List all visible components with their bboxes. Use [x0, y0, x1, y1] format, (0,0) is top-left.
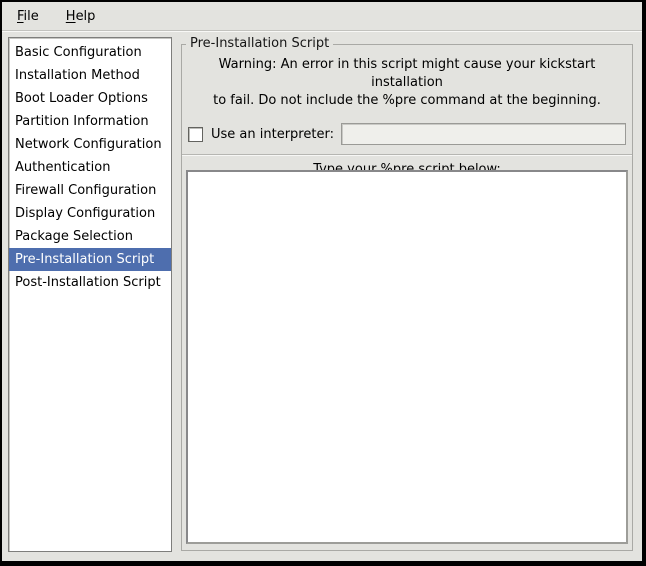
menu-help-rest: elp [76, 9, 96, 24]
menubar: File Help [2, 2, 642, 30]
sidebar-item-pre-installation-script[interactable]: Pre-Installation Script [9, 248, 171, 271]
warning-text: Warning: An error in this script might c… [182, 56, 632, 110]
menu-help[interactable]: Help [62, 7, 100, 26]
interpreter-row: Use an interpreter: [188, 123, 626, 145]
sidebar-item-package-selection[interactable]: Package Selection [9, 225, 171, 248]
sidebar-item-installation-method[interactable]: Installation Method [9, 64, 171, 87]
horizontal-separator [182, 154, 632, 156]
use-interpreter-checkbox[interactable] [188, 127, 203, 142]
panel-title: Pre-Installation Script [186, 36, 333, 51]
pre-installation-script-panel: Pre-Installation Script Warning: An erro… [181, 44, 633, 551]
menubar-separator [2, 30, 642, 32]
section-list: Basic Configuration Installation Method … [8, 37, 172, 552]
warning-line-2: to fail. Do not include the %pre command… [182, 92, 632, 110]
pre-script-textarea[interactable] [186, 170, 628, 544]
sidebar-item-post-installation-script[interactable]: Post-Installation Script [9, 271, 171, 294]
sidebar-item-authentication[interactable]: Authentication [9, 156, 171, 179]
menu-file-rest: ile [24, 9, 39, 24]
sidebar-item-network-configuration[interactable]: Network Configuration [9, 133, 171, 156]
warning-line-1: Warning: An error in this script might c… [182, 56, 632, 92]
sidebar-item-firewall-configuration[interactable]: Firewall Configuration [9, 179, 171, 202]
sidebar-item-display-configuration[interactable]: Display Configuration [9, 202, 171, 225]
interpreter-input[interactable] [341, 123, 626, 145]
app-window: File Help Basic Configuration Installati… [2, 2, 642, 561]
sidebar-item-basic-configuration[interactable]: Basic Configuration [9, 41, 171, 64]
menu-help-accel: H [66, 9, 76, 24]
menu-file[interactable]: File [13, 7, 43, 26]
use-interpreter-label: Use an interpreter: [211, 127, 334, 142]
sidebar-item-boot-loader-options[interactable]: Boot Loader Options [9, 87, 171, 110]
sidebar-item-partition-information[interactable]: Partition Information [9, 110, 171, 133]
